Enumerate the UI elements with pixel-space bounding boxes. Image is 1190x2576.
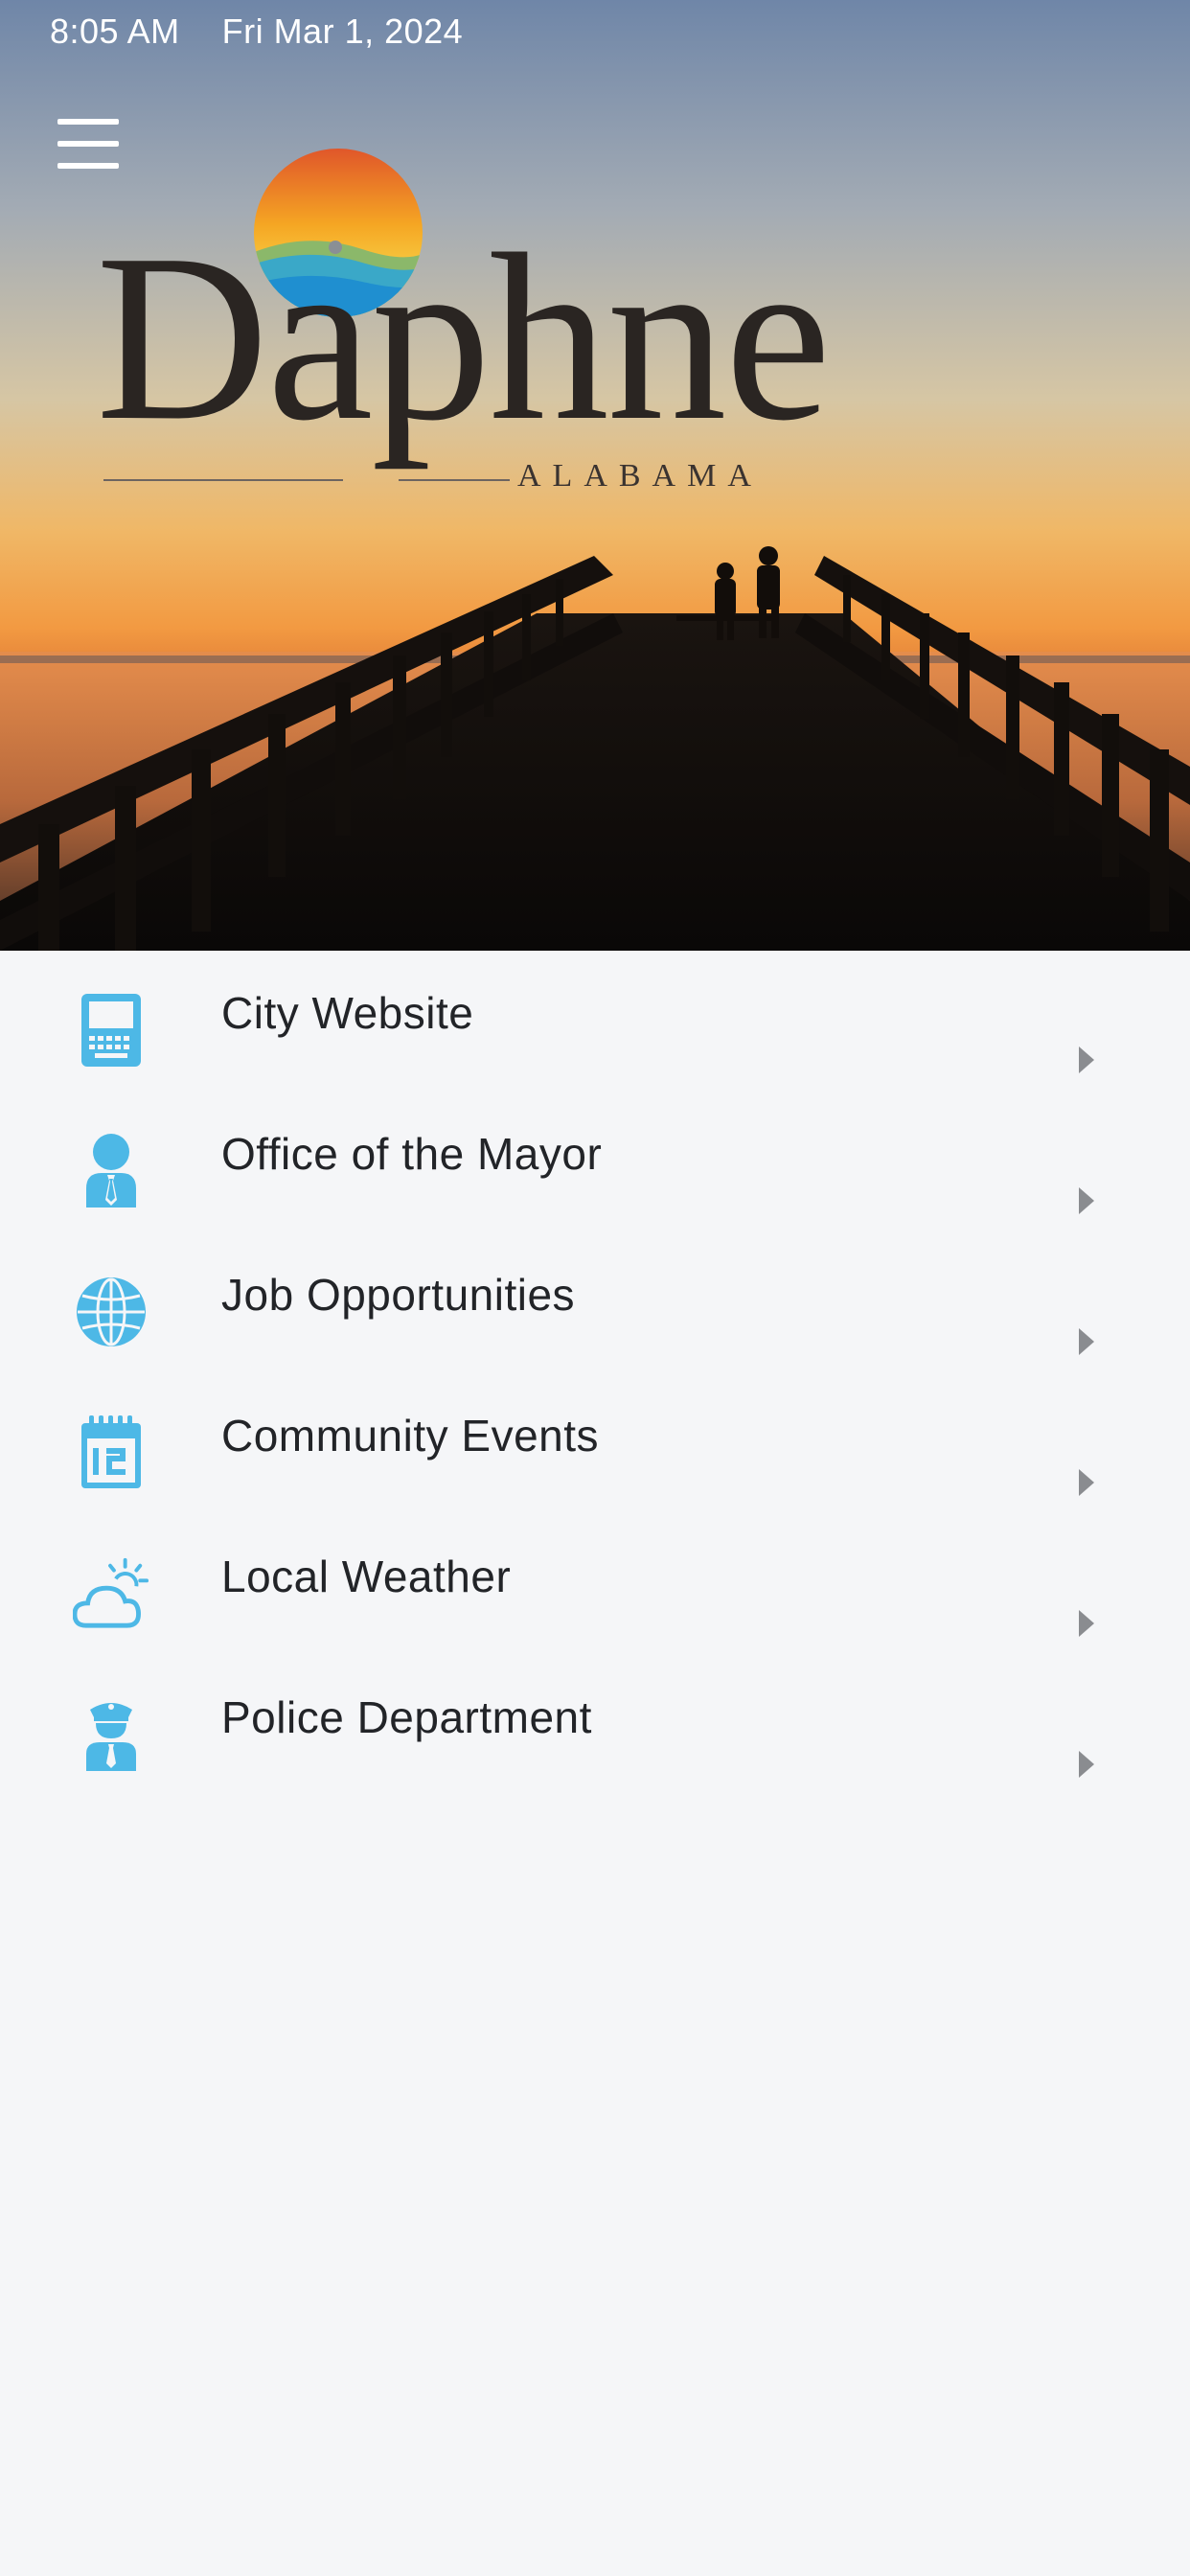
police-officer-icon	[73, 1696, 149, 1773]
computer-icon	[73, 992, 149, 1069]
status-time: 8:05 AM	[50, 12, 180, 51]
logo-subtitle: ALABAMA	[517, 458, 763, 494]
menu-item-local-weather[interactable]: Local Weather	[0, 1522, 1190, 1663]
daphne-logo: Daphne ALABAMA	[96, 142, 831, 506]
calendar-icon	[73, 1414, 149, 1491]
menu-item-label: Police Department	[221, 1692, 592, 1742]
menu-item-office-of-the-mayor[interactable]: Office of the Mayor	[0, 1099, 1190, 1240]
menu-item-label: Community Events	[221, 1411, 600, 1460]
person-tie-icon	[73, 1133, 149, 1209]
chevron-right-icon	[1079, 1610, 1094, 1637]
main-menu-list: City Website Office of the Mayor Job Opp…	[0, 958, 1190, 1804]
menu-item-community-events[interactable]: Community Events	[0, 1381, 1190, 1522]
menu-item-label: City Website	[221, 988, 474, 1038]
logo-wordmark: Daphne	[96, 205, 831, 471]
globe-icon	[73, 1274, 149, 1350]
menu-item-label: Local Weather	[221, 1552, 512, 1601]
hamburger-menu-icon[interactable]	[57, 119, 126, 169]
chevron-right-icon	[1079, 1328, 1094, 1355]
chevron-right-icon	[1079, 1187, 1094, 1214]
menu-item-label: Job Opportunities	[221, 1270, 576, 1320]
status-bar: 8:05 AM Fri Mar 1, 2024	[50, 12, 463, 52]
menu-item-job-opportunities[interactable]: Job Opportunities	[0, 1240, 1190, 1381]
cloud-sun-icon	[73, 1555, 149, 1632]
menu-item-police-department[interactable]: Police Department	[0, 1663, 1190, 1804]
chevron-right-icon	[1079, 1469, 1094, 1496]
chevron-right-icon	[1079, 1046, 1094, 1073]
logo-rule-right	[399, 479, 510, 481]
hero-banner: 8:05 AM Fri Mar 1, 2024 Daphne ALABAMA	[0, 0, 1190, 951]
chevron-right-icon	[1079, 1751, 1094, 1778]
logo-rule-left	[103, 479, 343, 481]
status-date: Fri Mar 1, 2024	[221, 12, 464, 51]
menu-item-city-website[interactable]: City Website	[0, 958, 1190, 1099]
app-screen: 8:05 AM Fri Mar 1, 2024 Daphne ALABAMA C…	[0, 0, 1190, 2576]
menu-item-label: Office of the Mayor	[221, 1129, 603, 1179]
